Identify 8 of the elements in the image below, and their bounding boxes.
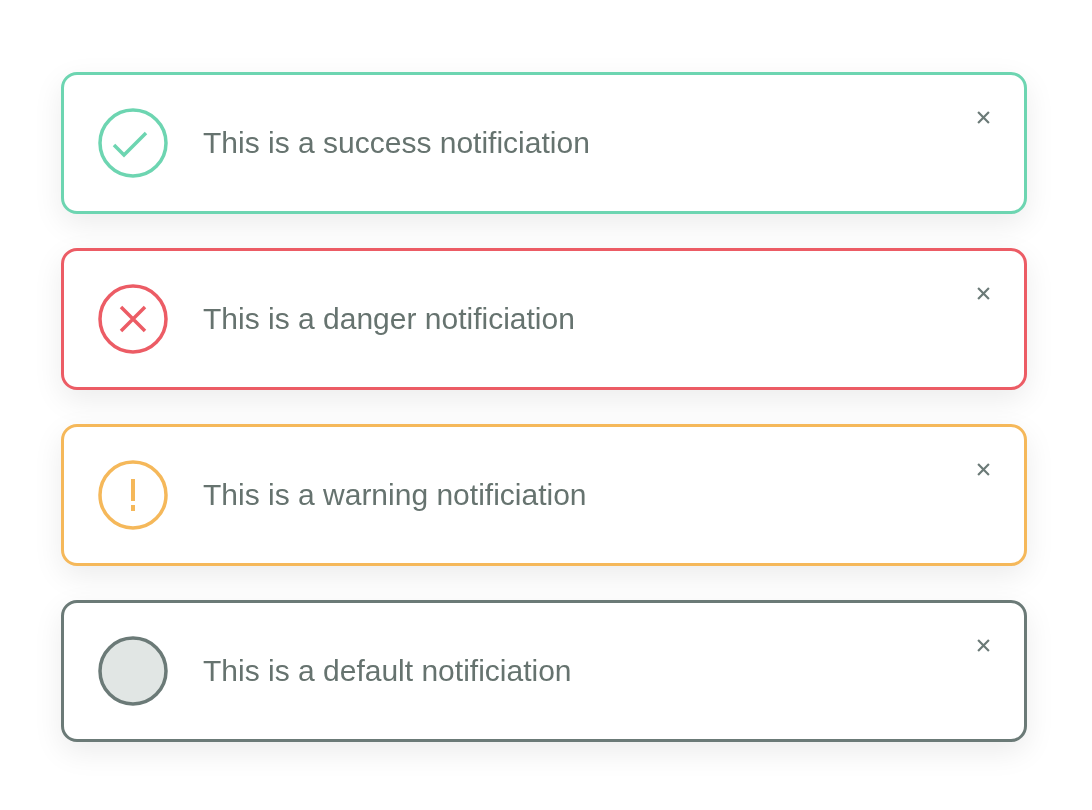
error-circle-icon — [97, 283, 169, 355]
check-circle-icon — [97, 107, 169, 179]
notification-message: This is a danger notificiation — [203, 302, 575, 336]
circle-icon — [97, 635, 169, 707]
warning-circle-icon — [97, 459, 169, 531]
notification-message: This is a warning notificiation — [203, 478, 587, 512]
notification-message: This is a success notificiation — [203, 126, 590, 160]
notification-message: This is a default notificiation — [203, 654, 572, 688]
